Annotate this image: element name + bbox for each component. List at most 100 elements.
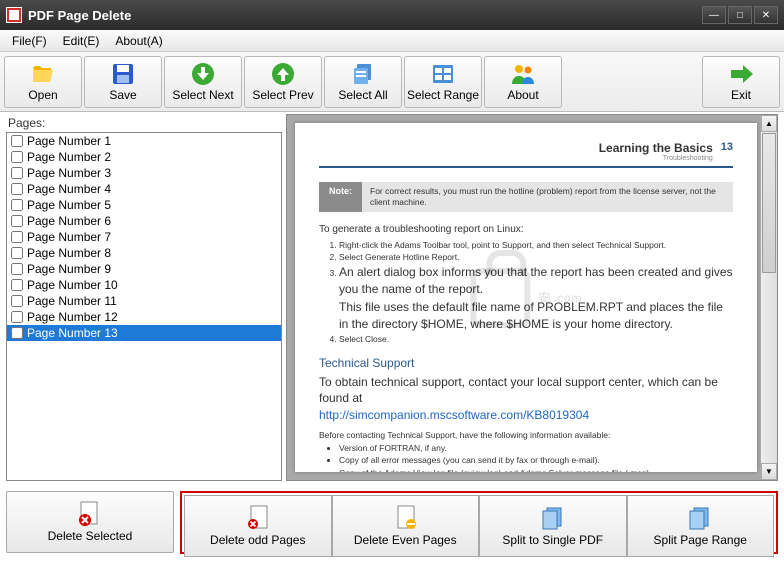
page-item[interactable]: Page Number 12 xyxy=(7,309,281,325)
page-item[interactable]: Page Number 1 xyxy=(7,133,281,149)
page-checkbox[interactable] xyxy=(11,295,23,307)
page-item[interactable]: Page Number 6 xyxy=(7,213,281,229)
tech-p2: Before contacting Technical Support, hav… xyxy=(319,430,733,440)
page-item-label: Page Number 13 xyxy=(27,326,118,340)
page-item-label: Page Number 6 xyxy=(27,214,111,228)
step-3: An alert dialog box informs you that the… xyxy=(339,264,733,334)
gen-report-title: To generate a troubleshooting report on … xyxy=(319,224,733,235)
page-checkbox[interactable] xyxy=(11,215,23,227)
maximize-button[interactable]: □ xyxy=(728,6,752,24)
scroll-thumb[interactable] xyxy=(762,133,776,273)
bullet-1: Version of FORTRAN, if any. xyxy=(339,442,733,454)
preview-scrollbar[interactable]: ▲ ▼ xyxy=(760,115,777,480)
page-checkbox[interactable] xyxy=(11,167,23,179)
page-checkbox[interactable] xyxy=(11,327,23,339)
preview-header-sub: Troubleshooting xyxy=(599,155,713,162)
page-item[interactable]: Page Number 5 xyxy=(7,197,281,213)
page-checkbox[interactable] xyxy=(11,151,23,163)
page-item-label: Page Number 7 xyxy=(27,230,111,244)
delete-selected-button[interactable]: Delete Selected xyxy=(6,491,174,553)
split-single-icon xyxy=(539,505,567,531)
page-checkbox[interactable] xyxy=(11,279,23,291)
split-range-label: Split Page Range xyxy=(654,533,747,547)
page-item-label: Page Number 12 xyxy=(27,310,118,324)
page-checkbox[interactable] xyxy=(11,311,23,323)
arrow-down-circle-icon xyxy=(191,62,215,86)
window-controls: — □ ✕ xyxy=(702,6,778,24)
delete-even-label: Delete Even Pages xyxy=(354,533,457,547)
gen-report-steps: Right-click the Adams Toolbar tool, poin… xyxy=(319,239,733,346)
page-checkbox[interactable] xyxy=(11,231,23,243)
page-item-label: Page Number 5 xyxy=(27,198,111,212)
select-next-label: Select Next xyxy=(172,88,233,102)
select-prev-label: Select Prev xyxy=(252,88,313,102)
tech-link[interactable]: http://simcompanion.mscsoftware.com/KB80… xyxy=(319,408,589,422)
preview-panel: Learning the Basics Troubleshooting 13 N… xyxy=(286,114,778,481)
about-button[interactable]: About xyxy=(484,56,562,108)
note-box: Note: For correct results, you must run … xyxy=(319,182,733,212)
tech-p1: To obtain technical support, contact you… xyxy=(319,374,733,424)
bullet-3: Copy of the Adams View log file (aview.l… xyxy=(339,467,733,472)
page-item[interactable]: Page Number 11 xyxy=(7,293,281,309)
step-4: Select Close. xyxy=(339,333,733,345)
arrow-up-circle-icon xyxy=(271,62,295,86)
bullet-2: Copy of all error messages (you can send… xyxy=(339,454,733,466)
scroll-down-button[interactable]: ▼ xyxy=(761,463,777,480)
pages-panel: Pages: Page Number 1Page Number 2Page Nu… xyxy=(6,114,282,481)
exit-button[interactable]: Exit xyxy=(702,56,780,108)
select-prev-button[interactable]: Select Prev xyxy=(244,56,322,108)
page-item[interactable]: Page Number 8 xyxy=(7,245,281,261)
stack-icon xyxy=(351,62,375,86)
page-item[interactable]: Page Number 3 xyxy=(7,165,281,181)
pages-list[interactable]: Page Number 1Page Number 2Page Number 3P… xyxy=(6,132,282,481)
delete-odd-button[interactable]: Delete odd Pages xyxy=(184,495,332,557)
step-1: Right-click the Adams Toolbar tool, poin… xyxy=(339,239,733,251)
note-text: For correct results, you must run the ho… xyxy=(362,182,733,212)
exit-label: Exit xyxy=(731,88,751,102)
title-bar: PDF Page Delete — □ ✕ xyxy=(0,0,784,30)
menu-file[interactable]: File(F) xyxy=(4,32,55,50)
delete-selected-label: Delete Selected xyxy=(48,529,133,543)
page-checkbox[interactable] xyxy=(11,199,23,211)
split-single-button[interactable]: Split to Single PDF xyxy=(479,495,627,557)
page-item[interactable]: Page Number 7 xyxy=(7,229,281,245)
page-checkbox[interactable] xyxy=(11,183,23,195)
preview-document: Learning the Basics Troubleshooting 13 N… xyxy=(295,123,757,472)
folder-open-icon xyxy=(31,62,55,86)
page-item-label: Page Number 11 xyxy=(27,294,117,308)
pages-label: Pages: xyxy=(6,114,282,132)
page-item-label: Page Number 1 xyxy=(27,134,111,148)
page-item[interactable]: Page Number 4 xyxy=(7,181,281,197)
page-item[interactable]: Page Number 13 xyxy=(7,325,281,341)
menu-about[interactable]: About(A) xyxy=(107,32,170,50)
page-item-label: Page Number 3 xyxy=(27,166,111,180)
page-item[interactable]: Page Number 2 xyxy=(7,149,281,165)
open-button[interactable]: Open xyxy=(4,56,82,108)
content-area: Pages: Page Number 1Page Number 2Page Nu… xyxy=(0,112,784,487)
save-button[interactable]: Save xyxy=(84,56,162,108)
grid-icon xyxy=(431,62,455,86)
minimize-button[interactable]: — xyxy=(702,6,726,24)
arrow-right-icon xyxy=(729,62,753,86)
save-label: Save xyxy=(109,88,136,102)
select-range-button[interactable]: Select Range xyxy=(404,56,482,108)
page-item[interactable]: Page Number 10 xyxy=(7,277,281,293)
page-checkbox[interactable] xyxy=(11,263,23,275)
select-all-button[interactable]: Select All xyxy=(324,56,402,108)
delete-even-button[interactable]: Delete Even Pages xyxy=(332,495,480,557)
page-checkbox[interactable] xyxy=(11,247,23,259)
scroll-up-button[interactable]: ▲ xyxy=(761,115,777,132)
delete-odd-label: Delete odd Pages xyxy=(210,533,305,547)
menu-edit[interactable]: Edit(E) xyxy=(55,32,108,50)
split-range-button[interactable]: Split Page Range xyxy=(627,495,775,557)
page-item-label: Page Number 8 xyxy=(27,246,111,260)
page-delete-icon xyxy=(76,501,104,527)
close-button[interactable]: ✕ xyxy=(754,6,778,24)
page-checkbox[interactable] xyxy=(11,135,23,147)
select-next-button[interactable]: Select Next xyxy=(164,56,242,108)
split-range-icon xyxy=(686,505,714,531)
menu-bar: File(F) Edit(E) About(A) xyxy=(0,30,784,52)
page-item[interactable]: Page Number 9 xyxy=(7,261,281,277)
preview-header: Learning the Basics Troubleshooting 13 xyxy=(319,141,733,168)
about-label: About xyxy=(507,88,538,102)
